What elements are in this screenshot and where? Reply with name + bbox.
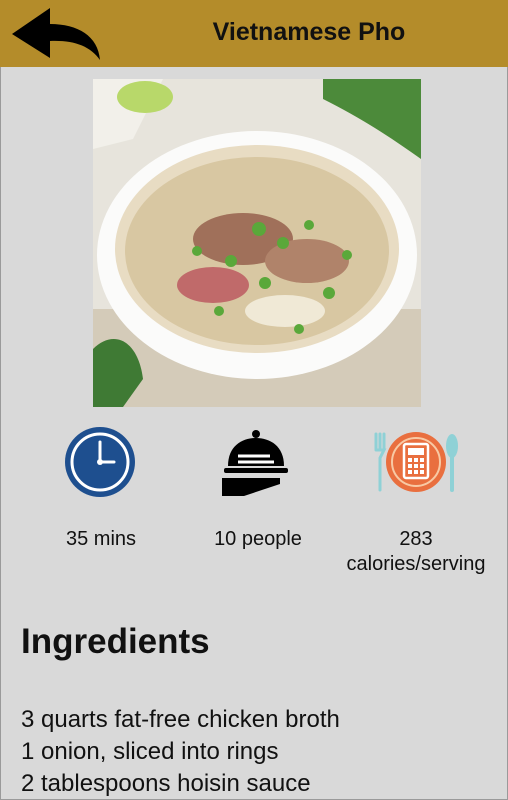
list-item: 1 onion, sliced into rings <box>21 738 279 765</box>
ingredients-heading: Ingredients <box>21 622 210 661</box>
list-item: 3 quarts fat-free chicken broth <box>21 706 340 733</box>
page-title: Vietnamese Pho <box>212 18 406 46</box>
app-bar: Vietnamese Pho <box>0 0 508 67</box>
back-button[interactable] <box>8 4 104 64</box>
hero-image <box>93 79 421 407</box>
servings-label: 10 people <box>214 528 302 550</box>
back-arrow-icon <box>12 8 100 60</box>
list-item: 2 tablespoons hoisin sauce <box>21 770 311 797</box>
calories-calculator-icon <box>374 432 458 492</box>
calories-label: 283 calories/serving <box>346 528 486 575</box>
cook-time-label: 35 mins <box>65 528 137 550</box>
clock-icon <box>65 427 135 497</box>
serving-cloche-icon <box>222 430 288 496</box>
ingredients-list: 3 quarts fat-free chicken broth 1 onion,… <box>21 704 340 800</box>
